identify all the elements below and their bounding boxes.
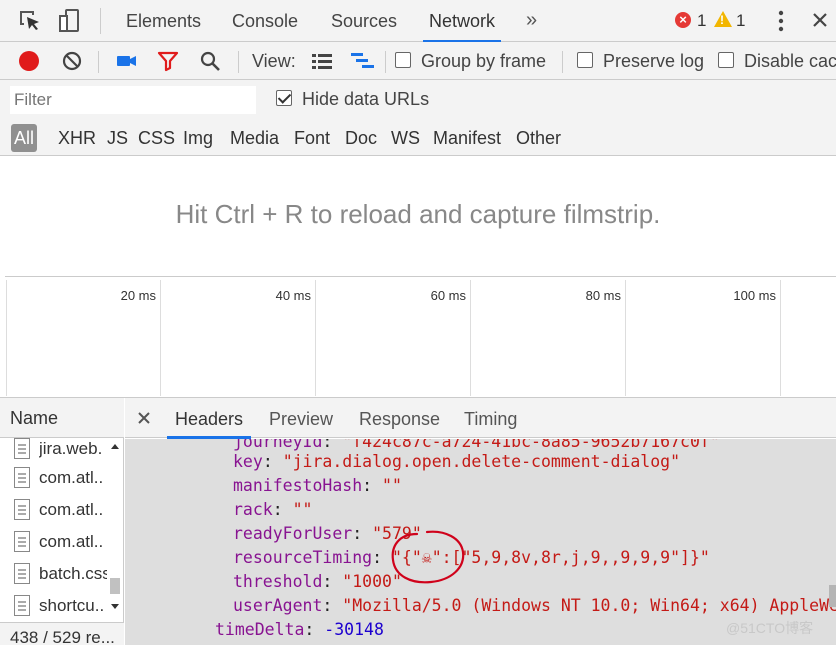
type-filter-img[interactable]: Img: [183, 124, 213, 152]
divider: [238, 51, 239, 73]
request-name: jira.web.: [39, 439, 103, 458]
request-name: com.atl..: [39, 500, 104, 519]
timeline-label: 60 ms: [430, 288, 466, 303]
timeline-label: 40 ms: [275, 288, 311, 303]
tab-console[interactable]: Console: [232, 0, 298, 42]
filter-input[interactable]: [10, 86, 256, 114]
payload-line: timeDelta: -30148: [215, 620, 384, 639]
divider: [562, 51, 563, 73]
file-icon: [14, 467, 30, 488]
request-row[interactable]: com.atl..: [8, 462, 108, 494]
close-icon[interactable]: [810, 10, 830, 30]
more-tabs-icon[interactable]: »: [526, 0, 537, 42]
type-filter-css[interactable]: CSS: [138, 124, 175, 152]
file-icon: [14, 563, 30, 584]
filmstrip-message: Hit Ctrl + R to reload and capture films…: [175, 199, 661, 229]
payload-line: readyForUser: "579": [233, 524, 422, 543]
disable-cache-checkbox[interactable]: [718, 52, 734, 68]
request-name: com.atl..: [39, 468, 104, 487]
waterfall-view-icon[interactable]: [350, 50, 376, 72]
kebab-menu-icon[interactable]: [773, 9, 789, 33]
tab-headers[interactable]: Headers: [166, 398, 252, 439]
timeline-gridline: [470, 280, 471, 396]
payload-line: rack: "": [233, 500, 313, 519]
timeline-label: 20 ms: [120, 288, 156, 303]
search-icon[interactable]: [199, 50, 221, 72]
type-filter-manifest[interactable]: Manifest: [433, 124, 501, 152]
file-icon: [14, 595, 30, 616]
view-label: View:: [252, 51, 296, 71]
scroll-thumb[interactable]: [829, 585, 836, 607]
request-row[interactable]: jira.web.: [8, 433, 108, 465]
tab-sources[interactable]: Sources: [331, 0, 397, 42]
request-row[interactable]: batch.css: [8, 558, 108, 590]
file-icon: [14, 531, 30, 552]
disable-cache-label[interactable]: Disable cach: [744, 42, 836, 80]
warning-icon[interactable]: !: [714, 11, 732, 27]
timeline-label: 80 ms: [585, 288, 621, 303]
payload-line: threshold: "1000": [233, 572, 402, 591]
device-toolbar-icon[interactable]: [57, 8, 83, 34]
timeline-gridline: [160, 280, 161, 396]
type-filter-media[interactable]: Media: [230, 124, 279, 152]
request-row[interactable]: com.atl..: [8, 494, 108, 526]
timeline-gridline: [625, 280, 626, 396]
request-count-status: 438 / 529 re...: [0, 622, 124, 645]
hide-data-urls-checkbox[interactable]: [276, 90, 292, 106]
type-filter-doc[interactable]: Doc: [345, 124, 377, 152]
type-filter-xhr[interactable]: XHR: [58, 124, 96, 152]
record-icon[interactable]: [19, 51, 39, 71]
warning-count[interactable]: 1: [736, 0, 745, 42]
clear-icon[interactable]: [61, 50, 83, 72]
tab-network[interactable]: Network: [422, 0, 502, 43]
request-row[interactable]: com.atl..: [8, 526, 108, 558]
headers-content: journeyId: "f424c87c-a724-41bc-8a85-9652…: [125, 439, 836, 645]
tab-elements[interactable]: Elements: [126, 0, 201, 42]
request-row[interactable]: shortcu..: [8, 590, 108, 622]
error-count[interactable]: 1: [697, 0, 706, 42]
type-filter-other[interactable]: Other: [516, 124, 561, 152]
request-name: batch.css: [39, 564, 107, 583]
scroll-up-arrow-icon[interactable]: [111, 444, 119, 449]
type-filter-all[interactable]: All: [11, 124, 38, 152]
group-by-frame-label[interactable]: Group by frame: [421, 42, 546, 80]
list-view-icon[interactable]: [310, 50, 334, 72]
divider: [100, 8, 101, 34]
file-icon: [14, 438, 30, 459]
payload-line: manifestoHash: "": [233, 476, 402, 495]
scroll-down-arrow-icon[interactable]: [111, 604, 119, 609]
timeline-gridline: [315, 280, 316, 396]
type-filter-ws[interactable]: WS: [391, 124, 420, 152]
request-name: com.atl..: [39, 532, 104, 551]
inspect-element-icon[interactable]: [17, 8, 43, 34]
error-icon[interactable]: ×: [675, 12, 691, 28]
camera-icon[interactable]: [116, 50, 138, 72]
divider: [385, 51, 386, 73]
filter-icon[interactable]: [157, 50, 179, 72]
preserve-log-checkbox[interactable]: [577, 52, 593, 68]
group-by-frame-checkbox[interactable]: [395, 52, 411, 68]
payload-line: resourceTiming: "{"☠":["5,9,8v,8r,j,9,,9…: [233, 548, 710, 567]
watermark: @51CTO博客: [726, 620, 814, 636]
name-column-header[interactable]: Name: [0, 398, 124, 438]
type-filter-font[interactable]: Font: [294, 124, 330, 152]
timeline-label: 100 ms: [733, 288, 776, 303]
tab-timing[interactable]: Timing: [464, 398, 517, 438]
scroll-thumb[interactable]: [110, 578, 120, 594]
tab-preview[interactable]: Preview: [269, 398, 333, 438]
preserve-log-label[interactable]: Preserve log: [603, 42, 704, 80]
payload-line: userAgent: "Mozilla/5.0 (Windows NT 10.0…: [233, 596, 836, 615]
timeline-gridline: [780, 280, 781, 396]
file-icon: [14, 499, 30, 520]
request-name: shortcu..: [39, 596, 105, 615]
tab-response[interactable]: Response: [359, 398, 440, 438]
hide-data-urls-label[interactable]: Hide data URLs: [302, 80, 429, 118]
type-filter-js[interactable]: JS: [107, 124, 128, 152]
divider: [98, 51, 99, 73]
timeline-gridline: [6, 280, 7, 396]
close-icon[interactable]: [136, 410, 152, 426]
payload-line: key: "jira.dialog.open.delete-comment-di…: [233, 452, 681, 471]
